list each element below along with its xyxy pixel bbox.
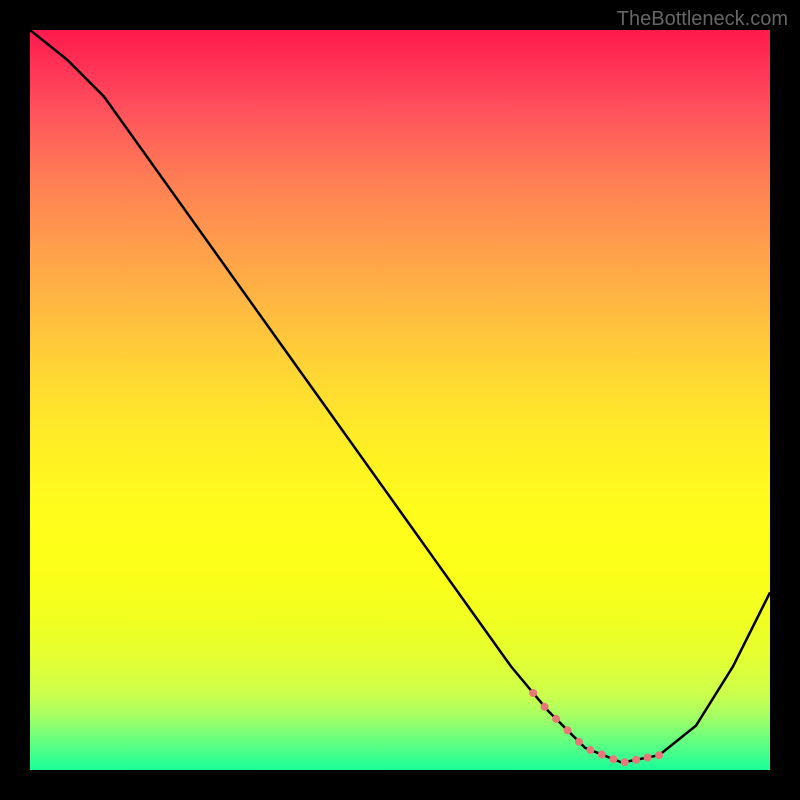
chart-area (30, 30, 770, 770)
watermark-text: TheBottleneck.com (617, 8, 788, 31)
bottleneck-curve (30, 30, 770, 770)
